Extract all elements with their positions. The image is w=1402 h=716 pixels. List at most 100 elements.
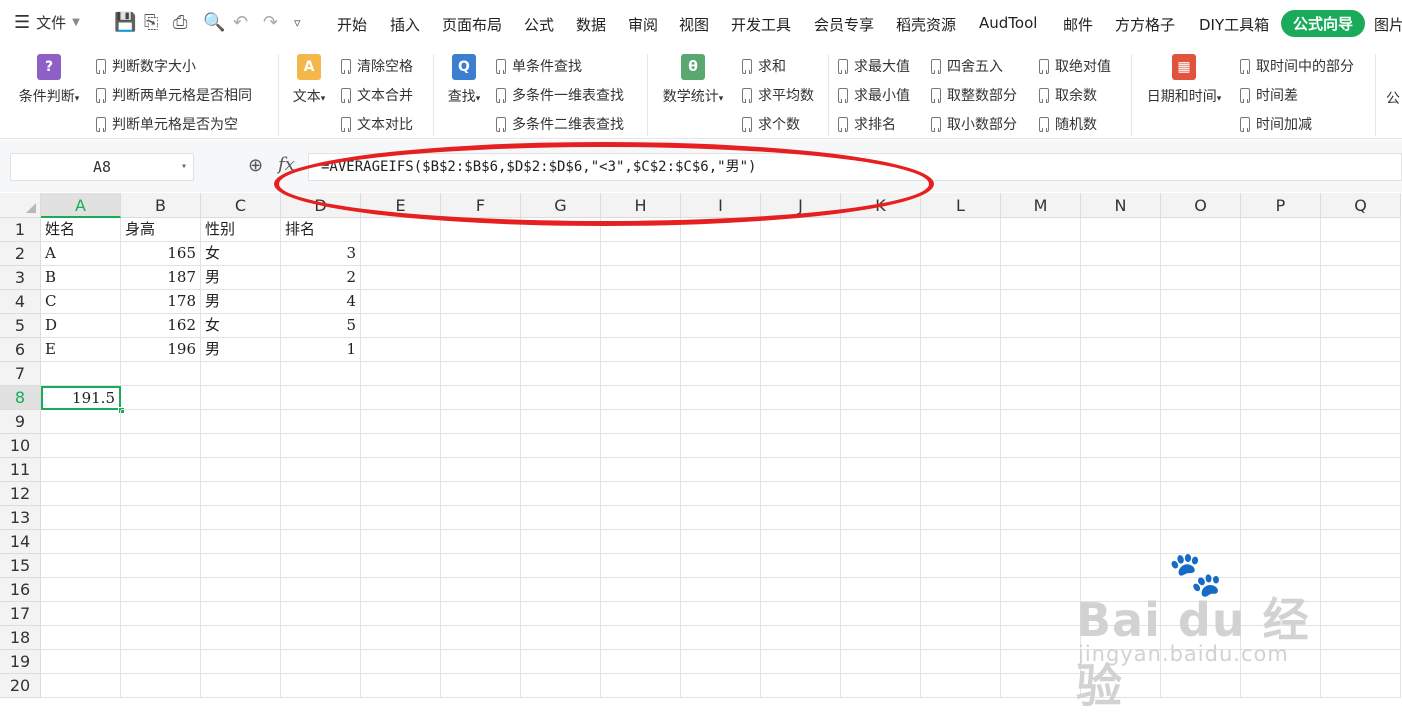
cell-h5[interactable] — [601, 314, 681, 338]
cell-a4[interactable]: C — [41, 290, 121, 314]
chevron-down-icon[interactable]: ▾ — [181, 154, 187, 180]
cell-m8[interactable] — [1001, 386, 1081, 410]
more-icon[interactable]: ▿ — [294, 16, 301, 31]
cell-p19[interactable] — [1241, 650, 1321, 674]
average-item[interactable]: 求平均数 — [742, 85, 814, 105]
cell-b11[interactable] — [121, 458, 201, 482]
cell-f5[interactable] — [441, 314, 521, 338]
cell-a2[interactable]: A — [41, 242, 121, 266]
cell-j2[interactable] — [761, 242, 841, 266]
cell-c17[interactable] — [201, 602, 281, 626]
text-button[interactable]: A 文本▾ — [286, 54, 332, 106]
row-header-18[interactable]: 18 — [0, 626, 41, 650]
cell-k12[interactable] — [841, 482, 921, 506]
cell-h2[interactable] — [601, 242, 681, 266]
column-header-c[interactable]: C — [201, 193, 281, 218]
cell-q18[interactable] — [1321, 626, 1401, 650]
cell-j18[interactable] — [761, 626, 841, 650]
cell-m14[interactable] — [1001, 530, 1081, 554]
cell-p2[interactable] — [1241, 242, 1321, 266]
cell-f8[interactable] — [441, 386, 521, 410]
cell-i17[interactable] — [681, 602, 761, 626]
cell-k11[interactable] — [841, 458, 921, 482]
cell-a15[interactable] — [41, 554, 121, 578]
cell-k6[interactable] — [841, 338, 921, 362]
column-header-n[interactable]: N — [1081, 193, 1161, 218]
cell-q16[interactable] — [1321, 578, 1401, 602]
cell-b4[interactable]: 178 — [121, 290, 201, 314]
tab-formulas[interactable]: 公式 — [524, 14, 554, 35]
zoom-icon[interactable]: ⊕ — [248, 155, 263, 176]
cell-n9[interactable] — [1081, 410, 1161, 434]
cell-e5[interactable] — [361, 314, 441, 338]
cell-n6[interactable] — [1081, 338, 1161, 362]
row-header-4[interactable]: 4 — [0, 290, 41, 314]
cell-k7[interactable] — [841, 362, 921, 386]
cell-p5[interactable] — [1241, 314, 1321, 338]
cell-m11[interactable] — [1001, 458, 1081, 482]
cell-e1[interactable] — [361, 218, 441, 242]
cell-g12[interactable] — [521, 482, 601, 506]
decimal-part-item[interactable]: 取小数部分 — [931, 114, 1017, 134]
cell-p16[interactable] — [1241, 578, 1321, 602]
cell-c18[interactable] — [201, 626, 281, 650]
cell-i14[interactable] — [681, 530, 761, 554]
tab-docer[interactable]: 稻壳资源 — [896, 14, 956, 35]
cell-c7[interactable] — [201, 362, 281, 386]
cell-f10[interactable] — [441, 434, 521, 458]
cell-f15[interactable] — [441, 554, 521, 578]
cell-f14[interactable] — [441, 530, 521, 554]
cell-m16[interactable] — [1001, 578, 1081, 602]
cell-q14[interactable] — [1321, 530, 1401, 554]
cell-i4[interactable] — [681, 290, 761, 314]
cell-n18[interactable] — [1081, 626, 1161, 650]
cell-i2[interactable] — [681, 242, 761, 266]
cell-a12[interactable] — [41, 482, 121, 506]
cell-f16[interactable] — [441, 578, 521, 602]
cell-m2[interactable] — [1001, 242, 1081, 266]
cell-a7[interactable] — [41, 362, 121, 386]
cell-i16[interactable] — [681, 578, 761, 602]
cell-c13[interactable] — [201, 506, 281, 530]
cell-b3[interactable]: 187 — [121, 266, 201, 290]
cell-f11[interactable] — [441, 458, 521, 482]
cell-b1[interactable]: 身高 — [121, 218, 201, 242]
cell-n2[interactable] — [1081, 242, 1161, 266]
cell-m1[interactable] — [1001, 218, 1081, 242]
cell-k18[interactable] — [841, 626, 921, 650]
cell-p15[interactable] — [1241, 554, 1321, 578]
cell-c2[interactable]: 女 — [201, 242, 281, 266]
cell-j8[interactable] — [761, 386, 841, 410]
cell-a14[interactable] — [41, 530, 121, 554]
cell-i13[interactable] — [681, 506, 761, 530]
cell-h11[interactable] — [601, 458, 681, 482]
cell-g14[interactable] — [521, 530, 601, 554]
active-cell-result[interactable]: 191.5 — [41, 386, 121, 410]
cell-k5[interactable] — [841, 314, 921, 338]
cell-b17[interactable] — [121, 602, 201, 626]
cell-a3[interactable]: B — [41, 266, 121, 290]
cell-p6[interactable] — [1241, 338, 1321, 362]
tab-page-layout[interactable]: 页面布局 — [442, 14, 502, 35]
ribbon-overflow-label[interactable]: 公 — [1386, 88, 1400, 108]
cell-n11[interactable] — [1081, 458, 1161, 482]
cell-g4[interactable] — [521, 290, 601, 314]
cell-f18[interactable] — [441, 626, 521, 650]
cell-c6[interactable]: 男 — [201, 338, 281, 362]
cell-j4[interactable] — [761, 290, 841, 314]
cell-f9[interactable] — [441, 410, 521, 434]
cell-m9[interactable] — [1001, 410, 1081, 434]
cell-o17[interactable] — [1161, 602, 1241, 626]
cell-f19[interactable] — [441, 650, 521, 674]
cell-e7[interactable] — [361, 362, 441, 386]
column-header-f[interactable]: F — [441, 193, 521, 218]
cell-e6[interactable] — [361, 338, 441, 362]
cell-c1[interactable]: 性别 — [201, 218, 281, 242]
tab-formula-wizard[interactable]: 公式向导 — [1281, 10, 1366, 37]
cell-b13[interactable] — [121, 506, 201, 530]
cell-o1[interactable] — [1161, 218, 1241, 242]
tab-data[interactable]: 数据 — [576, 14, 606, 35]
tab-view[interactable]: 视图 — [679, 14, 709, 35]
cell-e3[interactable] — [361, 266, 441, 290]
cell-o11[interactable] — [1161, 458, 1241, 482]
